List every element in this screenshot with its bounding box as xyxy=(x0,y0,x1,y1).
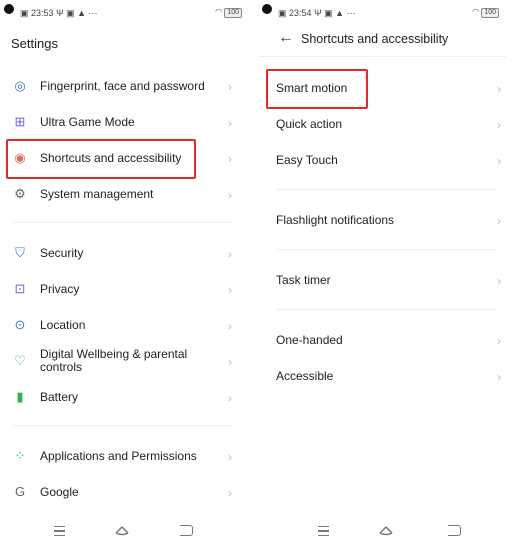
chevron-right-icon: › xyxy=(228,391,232,405)
section-divider xyxy=(276,309,497,310)
status-time: 23:54 xyxy=(289,8,312,18)
chevron-right-icon: › xyxy=(228,152,232,166)
wifi-icon: ◠ xyxy=(215,7,223,16)
back-arrow-icon[interactable]: ← xyxy=(278,29,294,47)
sim-icon: ▣ xyxy=(20,8,29,18)
item-one-handed[interactable]: One-handed › xyxy=(258,325,507,355)
menu-nav-icon[interactable] xyxy=(54,526,65,536)
settings-item-fingerprint[interactable]: ◎ Fingerprint, face and password › xyxy=(0,71,250,101)
status-time: 23:53 xyxy=(31,8,54,18)
navigation-bar xyxy=(0,522,250,538)
chevron-right-icon: › xyxy=(228,355,232,369)
chevron-right-icon: › xyxy=(497,274,501,288)
chevron-right-icon: › xyxy=(497,82,501,96)
settings-item-google[interactable]: G Google › xyxy=(0,477,250,507)
settings-item-ultra-game-mode[interactable]: ⊞ Ultra Game Mode › xyxy=(0,107,250,137)
item-easy-touch[interactable]: Easy Touch › xyxy=(258,145,507,175)
item-accessible[interactable]: Accessible › xyxy=(258,361,507,391)
status-notification-icons: Ψ ▣ ▲ ··· xyxy=(314,8,356,18)
battery-indicator: 100 xyxy=(481,8,499,18)
settings-item-security[interactable]: ⛉ Security › xyxy=(0,238,250,268)
home-nav-icon[interactable] xyxy=(115,523,129,537)
chevron-right-icon: › xyxy=(228,450,232,464)
chevron-right-icon: › xyxy=(497,154,501,168)
wellbeing-icon: ♡ xyxy=(14,353,26,368)
settings-item-applications-permissions[interactable]: ⁘ Applications and Permissions › xyxy=(0,441,250,471)
chevron-right-icon: › xyxy=(228,283,232,297)
item-quick-action[interactable]: Quick action › xyxy=(258,109,507,139)
chevron-right-icon: › xyxy=(228,247,232,261)
section-divider xyxy=(276,189,497,190)
settings-item-privacy[interactable]: ⊡ Privacy › xyxy=(0,274,250,304)
item-task-timer[interactable]: Task timer › xyxy=(258,265,507,295)
section-divider xyxy=(12,425,232,426)
navigation-bar xyxy=(258,522,507,538)
panel-gap xyxy=(250,0,258,548)
sim-icon: ▣ xyxy=(278,8,287,18)
chevron-right-icon: › xyxy=(228,188,232,202)
apps-icon: ⁘ xyxy=(14,448,26,463)
fingerprint-icon: ◎ xyxy=(14,78,26,93)
status-notification-icons: Ψ ▣ ▲ ··· xyxy=(56,8,98,18)
shortcuts-accessibility-screen: ▣ 23:54 Ψ ▣ ▲ ··· ◠ 100 ← Shortcuts and … xyxy=(258,0,507,548)
settings-screen: ▣ 23:53 Ψ ▣ ▲ ··· ◠ 100 Settings ◎ Finge… xyxy=(0,0,250,548)
highlight-box-smart-motion xyxy=(266,69,368,109)
back-nav-icon[interactable] xyxy=(448,525,461,536)
chevron-right-icon: › xyxy=(228,319,232,333)
chevron-right-icon: › xyxy=(228,116,232,130)
battery-icon: ▮ xyxy=(16,389,24,404)
item-flashlight-notifications[interactable]: Flashlight notifications › xyxy=(258,205,507,235)
chevron-right-icon: › xyxy=(497,334,501,348)
settings-item-location[interactable]: ⊙ Location › xyxy=(0,310,250,340)
gamepad-icon: ⊞ xyxy=(14,114,26,129)
page-title: Settings xyxy=(11,36,58,51)
menu-nav-icon[interactable] xyxy=(318,526,329,536)
status-bar: ▣ 23:53 Ψ ▣ ▲ ··· ◠ 100 xyxy=(0,4,250,22)
google-icon: G xyxy=(14,484,26,499)
gear-icon: ⚙ xyxy=(14,186,26,201)
chevron-right-icon: › xyxy=(497,370,501,384)
camera-cutout xyxy=(4,4,14,14)
settings-item-digital-wellbeing[interactable]: ♡ Digital Wellbeing & parental controls … xyxy=(0,346,250,376)
chevron-right-icon: › xyxy=(228,80,232,94)
wifi-icon: ◠ xyxy=(472,7,480,16)
status-bar: ▣ 23:54 Ψ ▣ ▲ ··· ◠ 100 xyxy=(258,4,507,22)
section-divider xyxy=(12,222,232,223)
back-nav-icon[interactable] xyxy=(180,525,193,536)
highlight-box-shortcuts xyxy=(6,139,196,179)
chevron-right-icon: › xyxy=(228,486,232,500)
header-divider xyxy=(258,56,507,57)
location-icon: ⊙ xyxy=(14,317,26,332)
battery-indicator: 100 xyxy=(224,8,242,18)
shield-icon: ⛉ xyxy=(15,245,25,260)
home-nav-icon[interactable] xyxy=(379,523,393,537)
settings-item-battery[interactable]: ▮ Battery › xyxy=(0,382,250,412)
lock-icon: ⊡ xyxy=(14,281,26,296)
settings-item-system-management[interactable]: ⚙ System management › xyxy=(0,179,250,209)
chevron-right-icon: › xyxy=(497,214,501,228)
top-app-bar: ← Shortcuts and accessibility xyxy=(258,28,507,52)
chevron-right-icon: › xyxy=(497,118,501,132)
section-divider xyxy=(276,249,497,250)
camera-cutout xyxy=(262,4,272,14)
page-title: Shortcuts and accessibility xyxy=(301,32,449,46)
